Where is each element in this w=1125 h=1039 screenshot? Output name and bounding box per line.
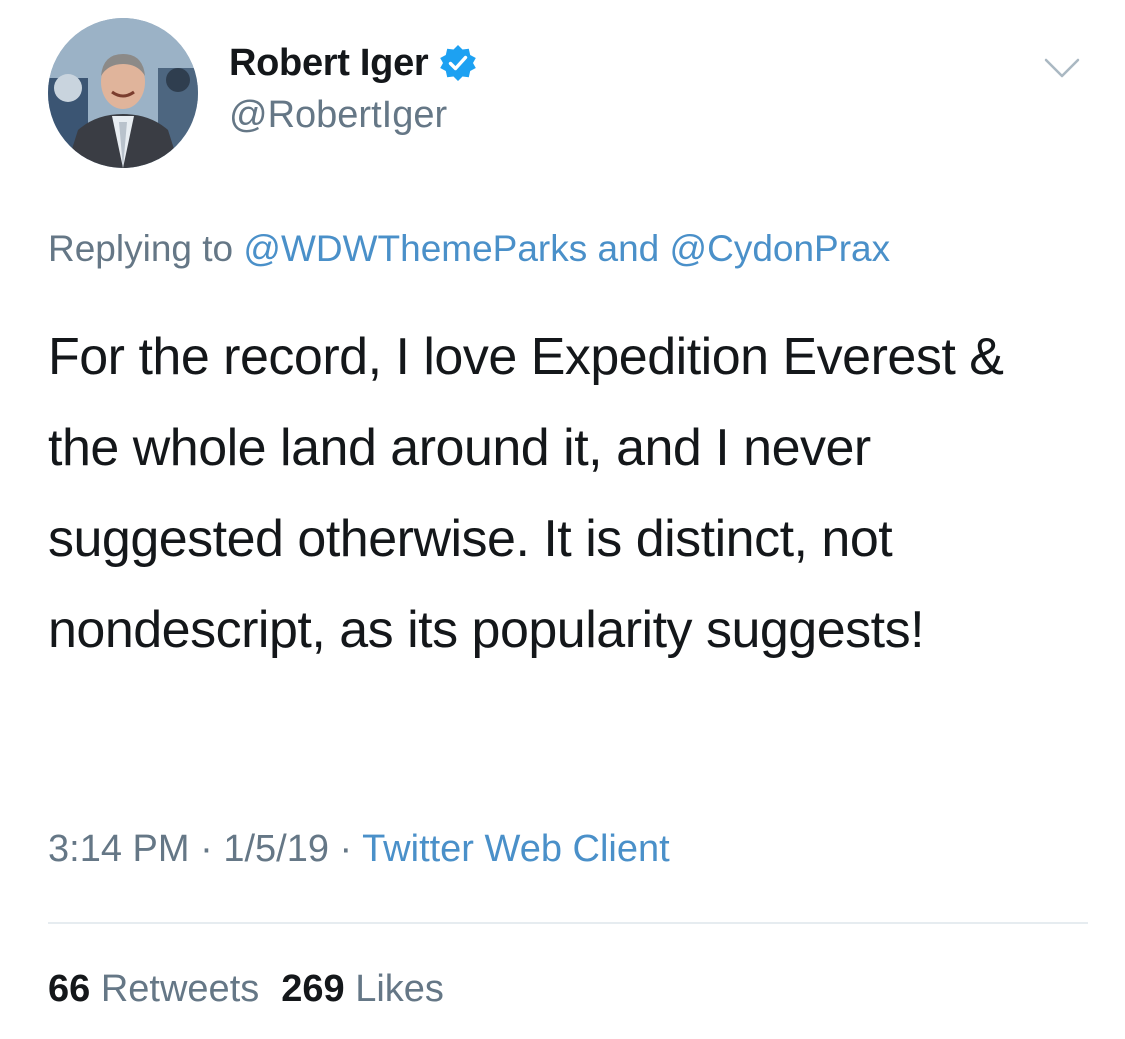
meta-separator: · — [200, 828, 213, 870]
chevron-down-icon[interactable] — [1042, 52, 1082, 82]
mention-link-wdwthemeparks[interactable]: @WDWThemeParks — [243, 228, 587, 269]
retweets-stat[interactable]: 66 Retweets — [48, 968, 259, 1010]
likes-label: Likes — [355, 968, 444, 1010]
mention-link-cydonprax[interactable]: @CydonPrax — [670, 228, 891, 269]
author-display-name[interactable]: Robert Iger — [229, 42, 429, 85]
meta-separator: · — [339, 828, 353, 870]
author-handle[interactable]: @RobertIger — [229, 94, 447, 137]
tweet-stats: 66 Retweets 269 Likes — [48, 968, 444, 1011]
replying-to-label: Replying to — [48, 228, 234, 269]
reply-joiner[interactable]: and — [598, 228, 660, 269]
tweet-source-link[interactable]: Twitter Web Client — [362, 828, 670, 870]
retweets-count: 66 — [48, 968, 91, 1010]
tweet-time[interactable]: 3:14 PM — [48, 828, 190, 870]
likes-count: 269 — [281, 968, 345, 1010]
tweet-meta: 3:14 PM · 1/5/19 · Twitter Web Client — [48, 828, 670, 871]
tweet-text: For the record, I love Expedition Everes… — [48, 328, 1004, 659]
likes-stat[interactable]: 269 Likes — [281, 968, 444, 1010]
avatar-photo — [48, 18, 198, 168]
author-name-row[interactable]: Robert Iger — [229, 36, 478, 90]
retweets-label: Retweets — [100, 968, 260, 1010]
divider — [48, 922, 1088, 924]
replying-to-line: Replying to @WDWThemeParks and @CydonPra… — [48, 228, 890, 270]
author-avatar[interactable] — [48, 18, 198, 168]
verified-badge-icon — [440, 45, 477, 81]
tweet-date[interactable]: 1/5/19 — [223, 828, 329, 870]
